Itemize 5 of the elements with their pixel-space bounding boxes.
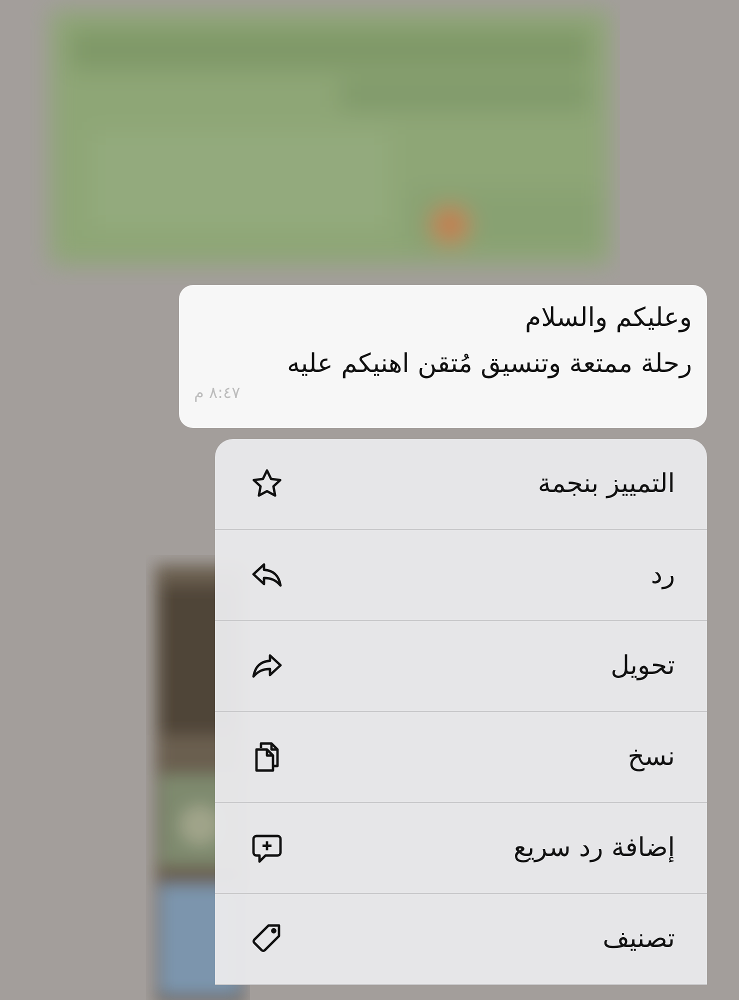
menu-item[interactable]: رد bbox=[215, 530, 707, 621]
message-text: وعليكم والسلام bbox=[524, 302, 692, 335]
menu-item[interactable]: التمييز بنجمة bbox=[215, 439, 707, 530]
message-text: رحلة ممتعة وتنسيق مُتقن اهنيكم عليه bbox=[286, 348, 692, 381]
message-time: ٨:٤٧ م bbox=[194, 383, 240, 402]
